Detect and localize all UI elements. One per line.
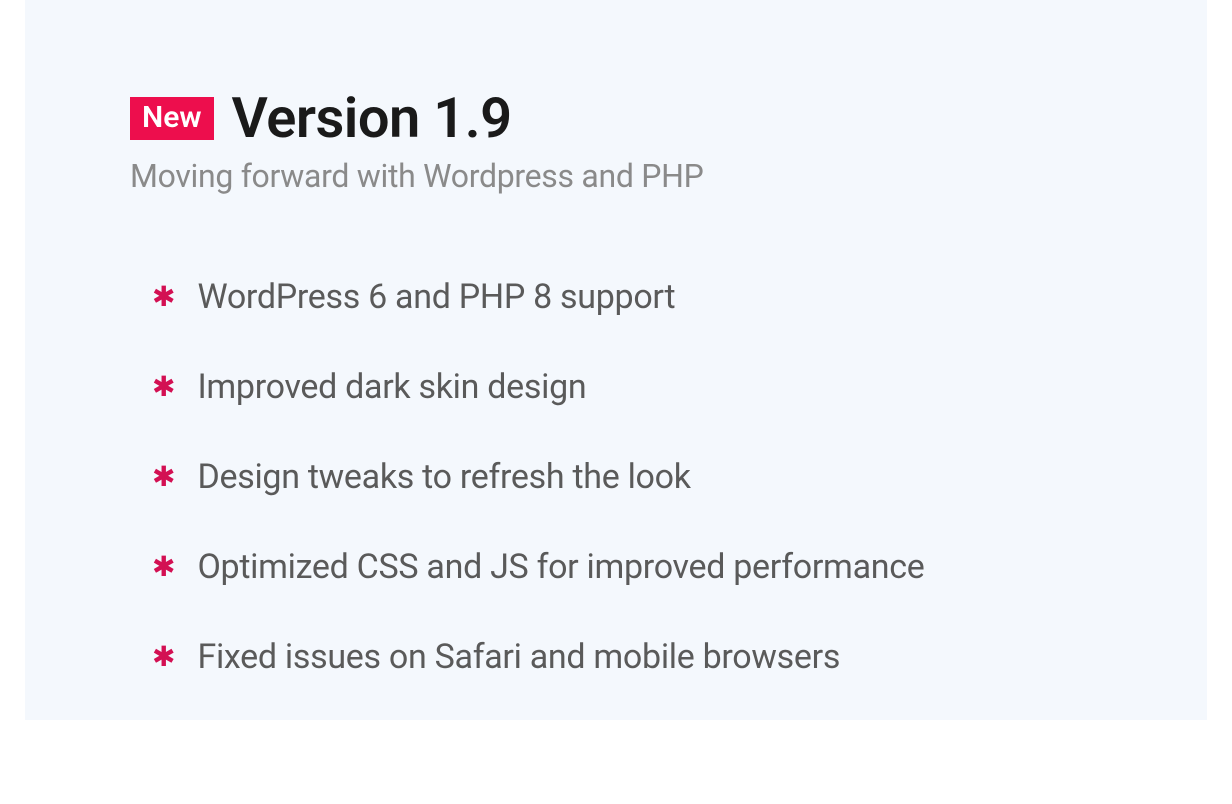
feature-text: Improved dark skin design xyxy=(197,367,586,407)
asterisk-icon: ✱ xyxy=(152,463,175,491)
asterisk-icon: ✱ xyxy=(152,373,175,401)
list-item: ✱ Fixed issues on Safari and mobile brow… xyxy=(152,637,1102,677)
list-item: ✱ Improved dark skin design xyxy=(152,367,1102,407)
features-list: ✱ WordPress 6 and PHP 8 support ✱ Improv… xyxy=(130,277,1102,677)
header-row: New Version 1.9 xyxy=(130,85,1102,151)
list-item: ✱ Optimized CSS and JS for improved perf… xyxy=(152,547,1102,587)
asterisk-icon: ✱ xyxy=(152,553,175,581)
list-item: ✱ WordPress 6 and PHP 8 support xyxy=(152,277,1102,317)
asterisk-icon: ✱ xyxy=(152,643,175,671)
feature-text: Optimized CSS and JS for improved perfor… xyxy=(197,547,924,587)
new-badge: New xyxy=(130,97,214,140)
feature-text: WordPress 6 and PHP 8 support xyxy=(197,277,675,317)
release-panel: New Version 1.9 Moving forward with Word… xyxy=(25,0,1207,720)
asterisk-icon: ✱ xyxy=(152,283,175,311)
version-title: Version 1.9 xyxy=(232,85,512,151)
feature-text: Fixed issues on Safari and mobile browse… xyxy=(197,637,840,677)
version-subtitle: Moving forward with Wordpress and PHP xyxy=(130,157,1102,195)
feature-text: Design tweaks to refresh the look xyxy=(197,457,690,497)
list-item: ✱ Design tweaks to refresh the look xyxy=(152,457,1102,497)
